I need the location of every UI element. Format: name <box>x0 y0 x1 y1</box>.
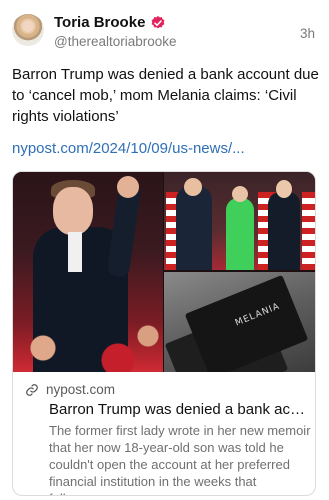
link-preview-image: MELANIA <box>13 172 315 372</box>
avatar[interactable] <box>12 14 44 46</box>
link-title[interactable]: Barron Trump was denied a bank acc... <box>49 401 305 418</box>
link-description: The former first lady wrote in her new m… <box>49 423 311 495</box>
link-preview-card[interactable]: MELANIA nypost.com Barron Trump was deni… <box>12 171 316 496</box>
link-icon <box>26 383 38 396</box>
post-header: Toria Brooke @therealtoriabrooke 3h <box>0 0 329 60</box>
author-handle[interactable]: @therealtoriabrooke <box>54 34 177 49</box>
post-timestamp: 3h <box>299 26 315 41</box>
post-text: Barron Trump was denied a bank account d… <box>12 66 319 125</box>
photo-family-stage <box>164 172 315 270</box>
photo-memoir-books: MELANIA <box>164 272 315 372</box>
author-name-row: Toria Brooke <box>54 14 166 31</box>
photo-barron-rally <box>13 172 163 372</box>
verified-badge-icon <box>152 15 165 28</box>
post-link[interactable]: nypost.com/2024/10/09/us-news/... <box>12 140 245 157</box>
link-domain-row: nypost.com <box>25 382 305 397</box>
link-domain: nypost.com <box>46 382 116 397</box>
link-preview-body: nypost.com Barron Trump was denied a ban… <box>13 372 315 495</box>
author-display-name[interactable]: Toria Brooke <box>54 14 145 31</box>
